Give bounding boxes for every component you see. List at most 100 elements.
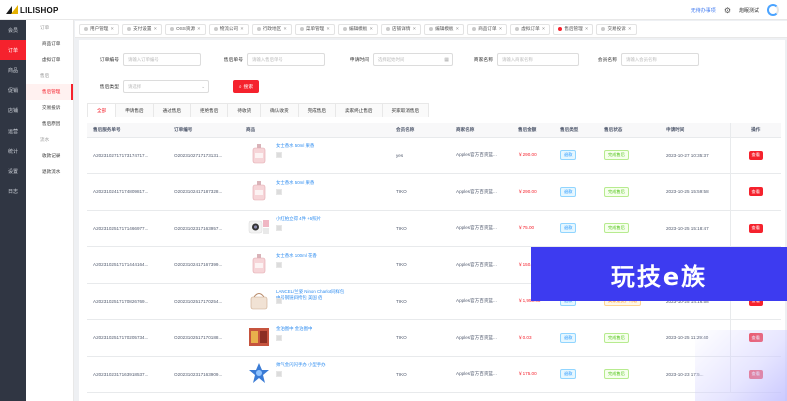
close-icon[interactable]: ✕ (628, 26, 632, 32)
todo-link[interactable]: 无待办事项 (691, 7, 716, 14)
main-menu-item[interactable]: 商品 (0, 60, 26, 80)
perfume-thumbnail[interactable] (248, 253, 270, 275)
close-icon[interactable]: ✕ (585, 26, 589, 32)
sub-menu-item[interactable]: 交易投诉 (26, 100, 73, 116)
close-icon[interactable]: ✕ (283, 26, 287, 32)
main-menu-item[interactable]: 店铺 (0, 101, 26, 121)
aftersale-sn[interactable]: A2023102417174809817... (87, 173, 168, 211)
close-icon[interactable]: ✕ (499, 26, 503, 32)
goods-name-link[interactable]: LANCEL/兰姿 Ninon Charlot同样包中号钢链斜挎包 美国 佰 (276, 289, 346, 300)
goods-name-link[interactable]: 女士香水 50ml 果香 (276, 143, 346, 149)
goods-name-link[interactable]: 女士香水 100ml 花香 (276, 253, 346, 259)
status-tab[interactable]: 通过售后 (153, 103, 191, 117)
food-thumbnail[interactable] (248, 326, 270, 348)
order-no-input[interactable]: 请输入订单编号 (123, 53, 201, 66)
logo-mark-icon (6, 5, 18, 15)
close-icon[interactable]: ✕ (456, 26, 460, 32)
close-icon[interactable]: ✕ (369, 26, 373, 32)
operation-cell: 查看 (729, 210, 781, 247)
tab-item[interactable]: 店铺详情 ✕ (381, 23, 422, 35)
order-no-label: 订单编号 (99, 58, 119, 63)
view-button[interactable]: 查看 (748, 187, 763, 197)
tab-item[interactable]: OSS资源 ✕ (165, 23, 206, 35)
tab-item[interactable]: 编辑模板 ✕ (424, 23, 465, 35)
aftersale-sn[interactable]: A2023102717173174717... (87, 137, 168, 174)
camera-thumbnail[interactable] (248, 216, 270, 238)
logo[interactable]: LILISHOP (6, 4, 59, 16)
goods-name-link[interactable]: 小红拍立得 4件 +5照片 (276, 216, 346, 222)
sub-menu-item[interactable]: 售后原因 (26, 116, 73, 132)
goods-spec-icon (276, 261, 282, 268)
close-icon[interactable]: ✕ (542, 26, 546, 32)
aftersale-sn[interactable]: A2023102517171444164... (87, 246, 168, 284)
view-button[interactable]: 查看 (748, 223, 763, 233)
main-menu-item[interactable]: 会员 (0, 20, 26, 40)
status-tab[interactable]: 待收货 (228, 103, 262, 117)
goods-name-link[interactable]: 金泊图中 金泊图中 (276, 326, 346, 332)
aftersale-sn[interactable]: A2023102317163918537... (87, 356, 168, 393)
aftersale-type-select[interactable]: 请选择 ⌄ (123, 80, 209, 93)
gear-icon[interactable]: ⚙ (724, 6, 731, 15)
main-menu-item[interactable]: 统计 (0, 141, 26, 161)
filter-form: 订单编号 请输入订单编号 售后单号 请输入售后单号 申请时间 选择起始时间 ▦ … (79, 53, 785, 93)
tab-item[interactable]: 编辑模板 ✕ (337, 23, 379, 35)
sub-menu-item[interactable]: 售后管理 (26, 84, 73, 100)
watermark-text: 玩技e族 (610, 262, 708, 291)
watermark-glow (695, 330, 787, 401)
search-button[interactable]: ⌕ 搜索 (233, 80, 259, 93)
member-name: TIKO (390, 246, 450, 284)
apply-time-input[interactable]: 选择起始时间 ▦ (373, 53, 453, 66)
status-tab[interactable]: 全部 (87, 103, 117, 117)
aftersale-sn[interactable]: A2023102517170826769... (87, 283, 168, 320)
tab-item[interactable]: 行政地区 ✕ (251, 23, 292, 35)
sub-menu-item[interactable]: 收款记录 (26, 148, 73, 164)
close-icon[interactable]: ✕ (197, 26, 201, 32)
bag-thumbnail[interactable] (248, 289, 270, 311)
status-tab[interactable]: 买家取消售后 (382, 103, 430, 117)
close-icon[interactable]: ✕ (412, 26, 416, 32)
close-icon[interactable]: ✕ (240, 26, 244, 32)
main-menu-item[interactable]: 日志 (0, 182, 26, 202)
toy-thumbnail[interactable] (248, 362, 270, 384)
aftersale-no-input[interactable]: 请输入售后单号 (247, 53, 325, 66)
tab-item[interactable]: 虚拟订单 ✕ (510, 23, 551, 35)
tab-item[interactable]: 售后管理 ✕ (553, 23, 594, 35)
merchant-label: 商家名称 (473, 58, 493, 63)
username[interactable]: 炮眠测试 (739, 7, 759, 14)
tab-item[interactable]: 交易投诉 ✕ (596, 23, 637, 35)
main-menu-item[interactable]: 促销 (0, 81, 26, 101)
member-name: TIKO (390, 319, 450, 357)
tab-dot-icon (170, 27, 175, 31)
member-input[interactable]: 请输入会员名称 (621, 53, 699, 66)
merchant-input[interactable]: 请输入商家名称 (497, 53, 579, 66)
aftersale-sn[interactable]: A2023102517171466977... (87, 210, 168, 247)
perfume-thumbnail[interactable] (248, 143, 270, 165)
close-icon[interactable]: ✕ (110, 26, 114, 32)
view-button[interactable]: 查看 (748, 150, 763, 160)
aftersale-amount: ￥290.00 (512, 173, 554, 211)
status-tab[interactable]: 申请售后 (116, 103, 154, 117)
status-tab[interactable]: 卖家终止售后 (335, 103, 383, 117)
perfume-thumbnail[interactable] (248, 180, 270, 202)
close-icon[interactable]: ✕ (326, 26, 330, 32)
sub-menu-item[interactable]: 虚拟订单 (26, 52, 73, 68)
sub-menu-item[interactable]: 商品订单 (26, 36, 73, 52)
status-tab[interactable]: 完成售后 (298, 103, 336, 117)
goods-name-link[interactable]: 帅气金闪闪手办 小型手办 (276, 362, 346, 368)
close-icon[interactable]: ✕ (153, 26, 157, 32)
goods-name-link[interactable]: 女士香水 50ml 果香 (276, 180, 346, 186)
tab-item[interactable]: 物流公司 ✕ (208, 23, 249, 35)
status-tab[interactable]: 确认收货 (261, 103, 299, 117)
main-menu-item[interactable]: 订单 (0, 40, 26, 61)
tab-item[interactable]: 支付设置 ✕ (122, 23, 163, 35)
tab-item[interactable]: 用户管理 ✕ (79, 23, 120, 35)
goods-spec-icon (276, 298, 282, 305)
status-tab[interactable]: 拒绝售后 (190, 103, 229, 117)
tab-item[interactable]: 商品订单 ✕ (467, 23, 508, 35)
aftersale-sn[interactable]: A2023102517170205734... (87, 319, 168, 357)
avatar[interactable] (767, 4, 779, 16)
main-menu-item[interactable]: 运营 (0, 121, 26, 141)
tab-item[interactable]: 菜单管理 ✕ (294, 23, 335, 35)
main-menu-item[interactable]: 设置 (0, 161, 26, 181)
sub-menu-item[interactable]: 退款流水 (26, 164, 73, 180)
